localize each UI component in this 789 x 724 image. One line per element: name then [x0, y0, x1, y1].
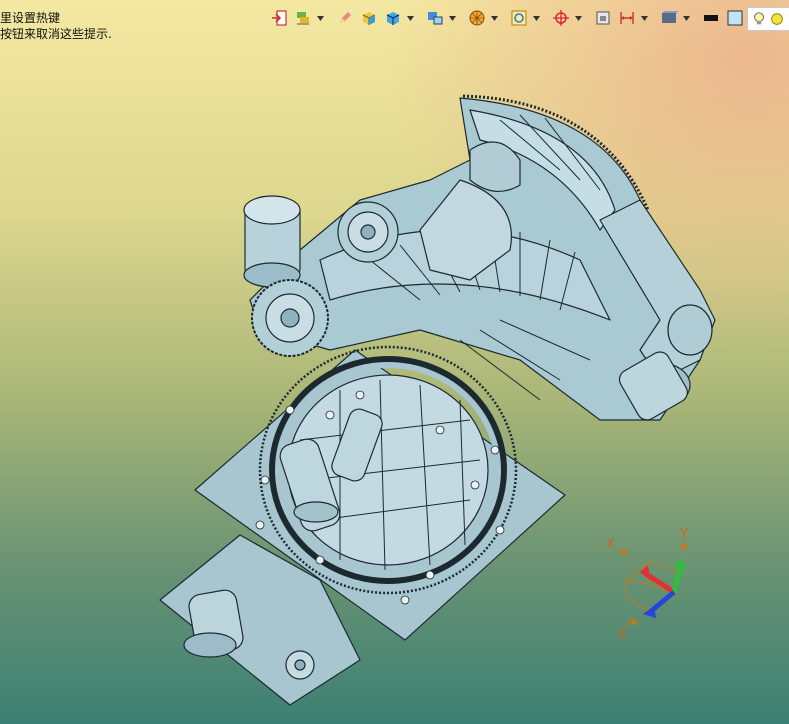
cube-icon[interactable] [382, 7, 404, 29]
background-icon[interactable] [724, 7, 746, 29]
y-axis-label: Y [679, 527, 688, 542]
box-shade-icon[interactable] [358, 7, 380, 29]
z-axis-label: Z [618, 627, 627, 642]
cube-dropdown-chevron-icon[interactable] [406, 7, 414, 29]
layers-icon[interactable] [292, 7, 314, 29]
line-color-icon[interactable] [700, 7, 722, 29]
hint-line-1: 里设置热键 [0, 11, 61, 25]
coordinate-triad: X Y Z [606, 527, 688, 642]
render-dropdown-chevron-icon[interactable] [490, 7, 498, 29]
x-axis-arrow [644, 571, 676, 595]
y-axis-arrow [671, 567, 683, 593]
zoom-fit-icon[interactable] [508, 7, 530, 29]
zoom-dropdown-chevron-icon[interactable] [532, 7, 540, 29]
light-sphere-icon[interactable] [769, 8, 785, 30]
view-orient-icon[interactable] [424, 7, 446, 29]
pencil-icon[interactable] [334, 7, 356, 29]
center-target-icon[interactable] [550, 7, 572, 29]
3d-viewport[interactable]: 里设置热键 按钮来取消这些提示. X Y Z [0, 0, 789, 724]
view-toolbar [268, 4, 789, 32]
display-mode-icon[interactable] [658, 7, 680, 29]
view-exit-icon[interactable] [268, 7, 290, 29]
display-mode-dropdown-chevron-icon[interactable] [682, 7, 690, 29]
section-icon[interactable] [592, 7, 614, 29]
view-orient-dropdown-chevron-icon[interactable] [448, 7, 456, 29]
x-axis-label: X [606, 537, 615, 552]
measure-dropdown-chevron-icon[interactable] [640, 7, 648, 29]
lightbulb-icon[interactable] [751, 8, 767, 30]
sphere-render-icon[interactable] [466, 7, 488, 29]
layers-dropdown-chevron-icon[interactable] [316, 7, 324, 29]
hint-line-2: 按钮来取消这些提示. [0, 27, 112, 41]
center-dropdown-chevron-icon[interactable] [574, 7, 582, 29]
lighting-controls [747, 7, 789, 31]
hotkey-hint-text: 里设置热键 按钮来取消这些提示. [0, 10, 112, 42]
measure-icon[interactable] [616, 7, 638, 29]
